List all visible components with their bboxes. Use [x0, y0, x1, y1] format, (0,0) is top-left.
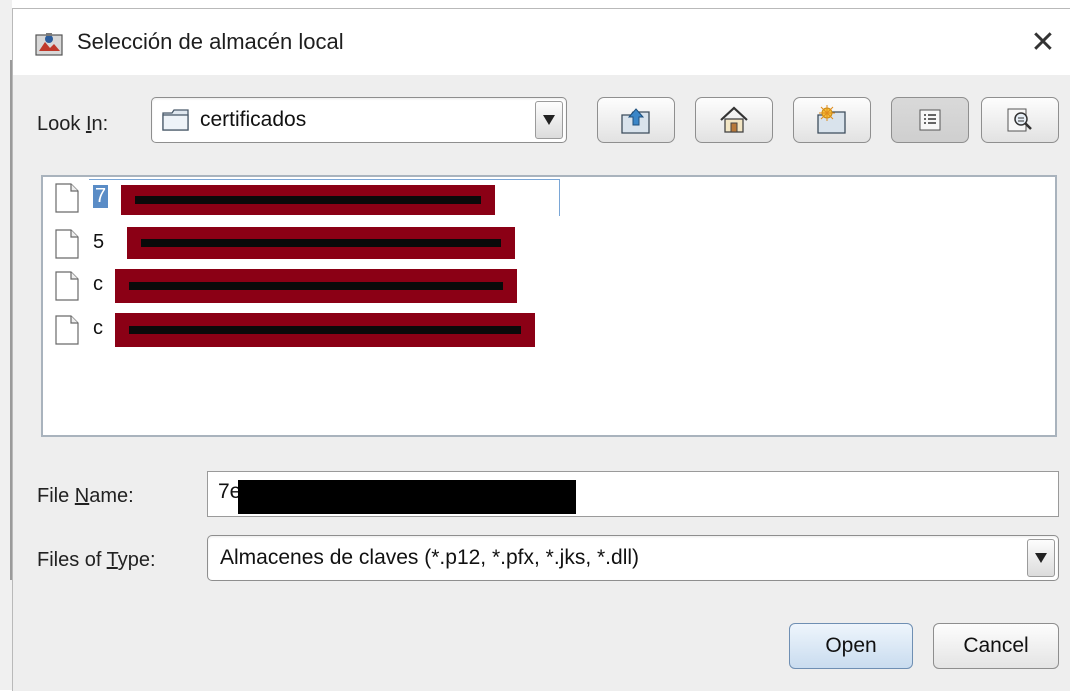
chevron-down-icon[interactable]	[1027, 539, 1055, 577]
file-icon	[55, 271, 79, 301]
redaction-bar	[115, 269, 517, 303]
file-list[interactable]: 7 5 c c	[41, 175, 1057, 437]
file-name-input[interactable]: 7e	[207, 471, 1059, 517]
file-icon	[55, 315, 79, 345]
list-item[interactable]: c	[55, 313, 575, 347]
window-title: Selección de almacén local	[77, 29, 344, 54]
list-view-button[interactable]	[891, 97, 969, 143]
redaction-bar	[121, 185, 495, 215]
java-app-icon	[35, 31, 63, 57]
cancel-button[interactable]: Cancel	[933, 623, 1059, 669]
files-of-type-label: Files of Type:	[37, 549, 156, 571]
close-icon: ✕	[1030, 26, 1056, 59]
new-folder-icon	[817, 105, 846, 134]
files-of-type-value: Almacenes de claves (*.p12, *.pfx, *.jks…	[220, 546, 640, 569]
chevron-down-icon[interactable]	[535, 101, 563, 139]
home-icon	[720, 106, 748, 133]
look-in-value: certificados	[200, 108, 307, 131]
file-chooser-dialog: Selección de almacén local ✕ Look In: ce…	[12, 8, 1070, 691]
redaction-bar	[115, 313, 535, 347]
file-name: 7	[93, 185, 109, 208]
home-button[interactable]	[695, 97, 773, 143]
file-name: c	[93, 273, 103, 295]
folder-icon	[162, 109, 190, 136]
list-item[interactable]: 5	[55, 227, 575, 261]
look-in-label: Look In:	[37, 113, 109, 135]
file-name: 5	[93, 231, 105, 253]
list-view-icon	[919, 109, 941, 131]
details-view-button[interactable]	[981, 97, 1059, 143]
look-in-dropdown[interactable]: certificados	[151, 97, 567, 143]
list-item[interactable]: 7	[55, 179, 575, 216]
up-one-level-button[interactable]	[597, 97, 675, 143]
title-bar[interactable]: Selección de almacén local ✕	[13, 9, 1070, 75]
file-icon	[55, 183, 79, 213]
redaction-bar	[238, 480, 576, 514]
up-folder-icon	[621, 108, 650, 134]
file-name: c	[93, 317, 103, 339]
list-item[interactable]: c	[55, 269, 575, 303]
details-view-icon	[1007, 108, 1032, 132]
redaction-bar	[127, 227, 515, 259]
close-button[interactable]: ✕	[1023, 23, 1063, 63]
file-name-label: File Name:	[37, 485, 134, 507]
open-button[interactable]: Open	[789, 623, 913, 669]
files-of-type-dropdown[interactable]: Almacenes de claves (*.p12, *.pfx, *.jks…	[207, 535, 1059, 581]
file-icon	[55, 229, 79, 259]
new-folder-button[interactable]	[793, 97, 871, 143]
